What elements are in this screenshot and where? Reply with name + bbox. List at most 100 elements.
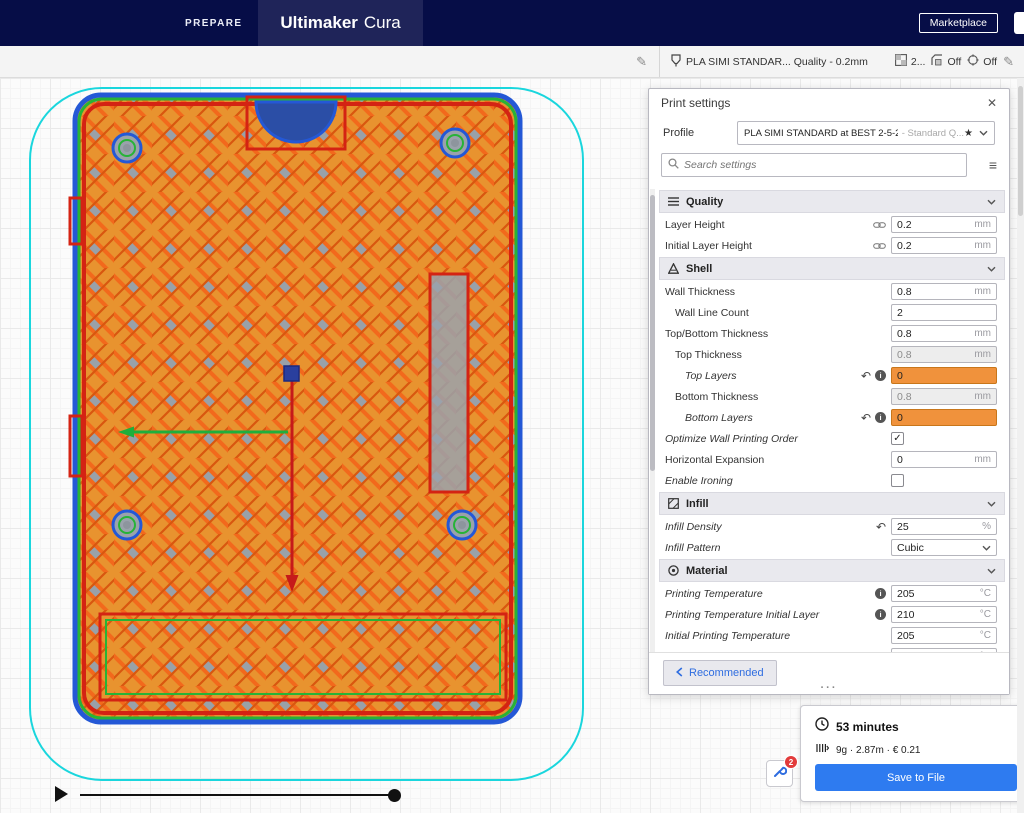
setting-label: Initial Layer Height: [665, 239, 752, 252]
support-icon: [931, 54, 943, 69]
settings-list: Quality Layer Height 0.2 mm Initial Layer He…: [657, 189, 1009, 654]
initial-printing-temperature-input[interactable]: 205 °C: [891, 627, 997, 644]
setting-row-top-bottom-thickness: Top/Bottom Thickness 0.8 mm: [657, 323, 1009, 344]
setting-label: Infill Density: [665, 520, 722, 533]
layer-slider-track[interactable]: [80, 794, 392, 796]
section-label: Material: [686, 564, 728, 577]
setting-label: Top Thickness: [675, 348, 742, 361]
material-summary-text: PLA SIMI STANDAR... Quality - 0.2mm: [686, 55, 868, 68]
setting-label: Layer Height: [665, 218, 725, 231]
info-icon[interactable]: i: [875, 609, 886, 620]
setting-label: Infill Pattern: [665, 541, 721, 554]
top-layers-input[interactable]: 0: [891, 367, 997, 384]
setting-row-top-thickness: Top Thickness 0.8 mm: [657, 344, 1009, 365]
support-config-item[interactable]: Off: [931, 54, 961, 69]
settings-visibility-menu-icon[interactable]: ≡: [989, 157, 997, 173]
infill-icon: [894, 54, 907, 69]
notification-badge: 2: [784, 755, 798, 769]
recommended-button[interactable]: Recommended: [663, 660, 777, 686]
setting-label: Printing Temperature Initial Layer: [665, 608, 820, 621]
link-icon: [873, 221, 886, 229]
section-material[interactable]: Material: [659, 559, 1005, 582]
setting-label: Bottom Layers: [685, 411, 753, 424]
adhesion-config-item[interactable]: Off: [967, 54, 997, 69]
settings-scroll-area: Quality Layer Height 0.2 mm Initial Layer He…: [649, 189, 1009, 654]
chevron-down-icon[interactable]: [979, 130, 988, 136]
chevron-down-icon[interactable]: [987, 199, 996, 205]
revert-icon[interactable]: ↶: [876, 521, 886, 533]
infill-section-icon: [668, 498, 679, 509]
infill-pattern-select[interactable]: Cubic: [891, 539, 997, 556]
wall-thickness-input[interactable]: 0.8 mm: [891, 283, 997, 300]
layer-slider-handle[interactable]: [388, 789, 401, 802]
print-config-summary: PLA SIMI STANDAR... Quality - 0.2mm 2...…: [660, 46, 1024, 77]
optimize-wall-printing-order-checkbox[interactable]: ✓: [891, 432, 904, 445]
info-icon[interactable]: i: [875, 370, 886, 381]
print-summary-card: 53 minutes 9g · 2.87m · € 0.21 Save to F…: [800, 705, 1024, 802]
info-icon[interactable]: i: [875, 412, 886, 423]
chevron-down-icon[interactable]: [987, 501, 996, 507]
material-config-item[interactable]: PLA SIMI STANDAR... Quality - 0.2mm: [670, 53, 868, 70]
printing-temperature-initial-layer-input[interactable]: 210 °C: [891, 606, 997, 623]
printing-temperature-input[interactable]: 205 °C: [891, 585, 997, 602]
revert-icon[interactable]: ↶: [861, 412, 871, 424]
shell-section-icon: [668, 263, 679, 274]
play-button[interactable]: [55, 786, 68, 802]
setting-row-top-layers: Top Layers ↶ i 0: [657, 365, 1009, 386]
setting-label: Enable Ironing: [665, 474, 733, 487]
star-icon[interactable]: ★: [964, 128, 973, 139]
setting-row-bottom-layers: Bottom Layers ↶ i 0: [657, 407, 1009, 428]
initial-layer-height-input[interactable]: 0.2 mm: [891, 237, 997, 254]
search-icon: [668, 156, 679, 174]
settings-scrollbar[interactable]: [650, 189, 655, 654]
panel-footer: Recommended ···: [649, 652, 1009, 694]
section-quality[interactable]: Quality: [659, 190, 1005, 213]
setting-row-infill-density: Infill Density ↶ 25%: [657, 516, 1009, 537]
top-thickness-input[interactable]: 0.8 mm: [891, 346, 997, 363]
tab-prepare[interactable]: PREPARE: [185, 18, 242, 29]
horizontal-expansion-input[interactable]: 0 mm: [891, 451, 997, 468]
section-shell[interactable]: Shell: [659, 257, 1005, 280]
setting-label: Optimize Wall Printing Order: [665, 432, 798, 445]
top-bottom-thickness-input[interactable]: 0.8 mm: [891, 325, 997, 342]
marketplace-button[interactable]: Marketplace: [918, 13, 998, 33]
revert-icon[interactable]: ↶: [861, 370, 871, 382]
bottom-thickness-input[interactable]: 0.8 mm: [891, 388, 997, 405]
print-time-estimate: 53 minutes: [836, 719, 899, 734]
setting-label: Top/Bottom Thickness: [665, 327, 769, 340]
infill-density-input[interactable]: 25%: [891, 518, 997, 535]
setting-label: Top Layers: [685, 369, 737, 382]
enable-ironing-checkbox[interactable]: [891, 474, 904, 487]
account-button[interactable]: [1014, 12, 1024, 34]
setting-row-wall-thickness: Wall Thickness 0.8 mm: [657, 281, 1009, 302]
search-settings-input[interactable]: [684, 159, 960, 171]
setting-label: Printing Temperature: [665, 587, 763, 600]
brand-name-bold: Ultimaker: [280, 13, 358, 32]
printer-selector-area: ✎: [0, 46, 659, 77]
brand-name-light: Cura: [363, 13, 401, 32]
profile-dropdown[interactable]: PLA SIMI STANDARD at BEST 2-5-2... - Sta…: [737, 121, 995, 145]
setting-row-initial-printing-temperature: Initial Printing Temperature 205 °C: [657, 625, 1009, 646]
window-scrollbar[interactable]: [1017, 78, 1024, 813]
sliced-model-preview[interactable]: [0, 78, 660, 813]
setting-row-wall-line-count: Wall Line Count 2: [657, 302, 1009, 323]
layer-height-input[interactable]: 0.2 mm: [891, 216, 997, 233]
bottom-layers-input[interactable]: 0: [891, 409, 997, 426]
edit-config-icon[interactable]: ✎: [1003, 54, 1014, 70]
chevron-left-icon: [675, 666, 683, 680]
save-to-file-button[interactable]: Save to File: [815, 764, 1017, 791]
app-header: PREPARE Ultimaker Cura Marketplace: [0, 0, 1024, 46]
info-icon[interactable]: i: [875, 588, 886, 599]
extruder-icon: [670, 53, 682, 70]
setting-label: Wall Line Count: [675, 306, 749, 319]
section-infill[interactable]: Infill: [659, 492, 1005, 515]
adjust-output-button[interactable]: 2: [766, 755, 798, 787]
chevron-down-icon[interactable]: [987, 266, 996, 272]
setting-label: Bottom Thickness: [675, 390, 759, 403]
panel-resize-handle[interactable]: ···: [821, 682, 838, 694]
edit-printer-icon[interactable]: ✎: [636, 54, 647, 70]
close-icon[interactable]: ✕: [987, 96, 997, 110]
wall-line-count-input[interactable]: 2: [891, 304, 997, 321]
chevron-down-icon[interactable]: [987, 568, 996, 574]
infill-config-item[interactable]: 2...: [894, 54, 925, 69]
